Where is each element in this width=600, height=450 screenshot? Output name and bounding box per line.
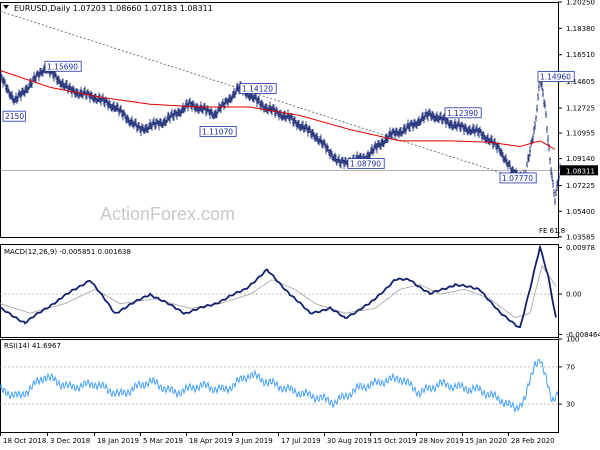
price-annotation: 1.11070 <box>199 126 237 137</box>
x-tick-label: 3 Dec 2018 <box>50 437 90 445</box>
price-title: EURUSD,Daily 1.07203 1.08660 1.07183 1.0… <box>14 4 213 13</box>
rsi-y-tick-label: 70 <box>566 363 575 371</box>
price-annotation: 1.14120 <box>239 83 277 94</box>
macd-line <box>0 243 557 329</box>
price-y-tick-label: 1.03585 <box>566 233 595 241</box>
price-y-tick-label: 1.16510 <box>566 51 595 59</box>
panel-frame-0 <box>0 2 559 238</box>
x-tick-label: 15 Oct 2019 <box>373 437 416 445</box>
x-tick-label: 18 Apr 2019 <box>189 437 232 445</box>
x-tick-label: 28 Nov 2019 <box>419 437 464 445</box>
rsi-y-tick-label: 100 <box>566 336 579 344</box>
price-annotation-text: 1.14120 <box>242 84 273 93</box>
ohlc-bar <box>536 104 538 113</box>
price-annotation-text: 1.07770 <box>502 174 533 183</box>
price-y-tick-label: 1.10955 <box>566 130 595 138</box>
fe-label: FE 61.8 <box>539 227 565 235</box>
rsi-title: RSI(14) 41.6967 <box>4 342 61 350</box>
ohlc-bar <box>537 93 539 101</box>
price-annotation: 2150 <box>2 110 26 122</box>
ohlc-bar <box>535 115 537 122</box>
price-y-tick-label: 1.12725 <box>566 105 595 113</box>
price-y-tick-label: 1.18380 <box>566 25 595 33</box>
rsi-line <box>0 358 559 413</box>
ohlc-bar <box>546 125 548 134</box>
price-annotation-text: 1.08790 <box>350 160 381 169</box>
ohlc-bar <box>554 197 556 206</box>
macd-signal-line <box>0 264 557 319</box>
x-tick-label: 28 Feb 2020 <box>511 437 555 445</box>
price-annotation: 1.15690 <box>44 60 82 72</box>
price-bars <box>0 62 561 206</box>
macd-panel: MACD(12,26,9) -0.005851 0.001638 0.00978… <box>0 243 600 339</box>
price-annotation-text: 1.14960 <box>540 73 571 82</box>
rsi-y-tick-label: 30 <box>566 401 575 409</box>
ohlc-bar <box>526 161 528 168</box>
panel-frame-1 <box>0 244 559 338</box>
price-annotation-text: 1.11070 <box>202 127 233 136</box>
ohlc-bar <box>552 179 554 189</box>
chart-menu-icon[interactable] <box>3 5 9 9</box>
x-axis: 18 Oct 2018 3 Dec 2018 18 Jan 2019 5 Mar 20… <box>0 432 555 445</box>
price-y-tick-label: 1.07225 <box>566 182 595 190</box>
price-y-tick-label: 1.05400 <box>566 208 595 216</box>
price-y-tick-label: 1.09140 <box>566 155 595 163</box>
watermark: ActionForex.com <box>100 204 235 224</box>
ohlc-bar <box>538 81 540 92</box>
price-annotation-text: 1.15690 <box>47 62 78 71</box>
chart-root: EURUSD,Daily 1.07203 1.08660 1.07183 1.0… <box>0 0 600 445</box>
x-tick-label: 3 Jun 2019 <box>235 437 273 445</box>
price-annotation-text: 2150 <box>5 112 24 121</box>
ohlc-bar <box>545 110 547 119</box>
price-annotation-text: 1.12390 <box>447 109 478 118</box>
x-tick-label: 18 Oct 2018 <box>3 437 46 445</box>
rsi-panel: RSI(14) 41.6967 100 70 30 <box>0 336 579 413</box>
x-tick-label: 5 Mar 2019 <box>143 437 183 445</box>
ohlc-bar <box>549 156 551 165</box>
macd-y-tick-label: 0.00978 <box>566 244 595 252</box>
ohlc-bar <box>547 134 549 146</box>
last-price-label: 1.08311 <box>566 167 595 175</box>
x-tick-label: 18 Jan 2019 <box>97 437 139 445</box>
price-annotation: 1.08790 <box>347 158 385 169</box>
price-y-tick-label: 1.20250 <box>566 0 595 7</box>
price-annotation: 1.14960 <box>537 71 575 82</box>
x-tick-label: 15 Jan 2020 <box>465 437 507 445</box>
price-annotation: 1.07770 <box>499 172 537 184</box>
macd-y-tick-label: 0.00 <box>566 291 582 299</box>
macd-title: MACD(12,26,9) -0.005851 0.001638 <box>4 248 131 256</box>
x-tick-label: 30 Aug 2019 <box>327 437 372 445</box>
price-annotation: 1.12390 <box>444 107 482 119</box>
panel-frame-2 <box>0 339 559 433</box>
ohlc-bar <box>553 188 555 198</box>
price-panel: EURUSD,Daily 1.07203 1.08660 1.07183 1.0… <box>0 0 598 241</box>
panel-frames <box>0 2 559 433</box>
x-tick-label: 17 Jul 2019 <box>281 437 321 445</box>
